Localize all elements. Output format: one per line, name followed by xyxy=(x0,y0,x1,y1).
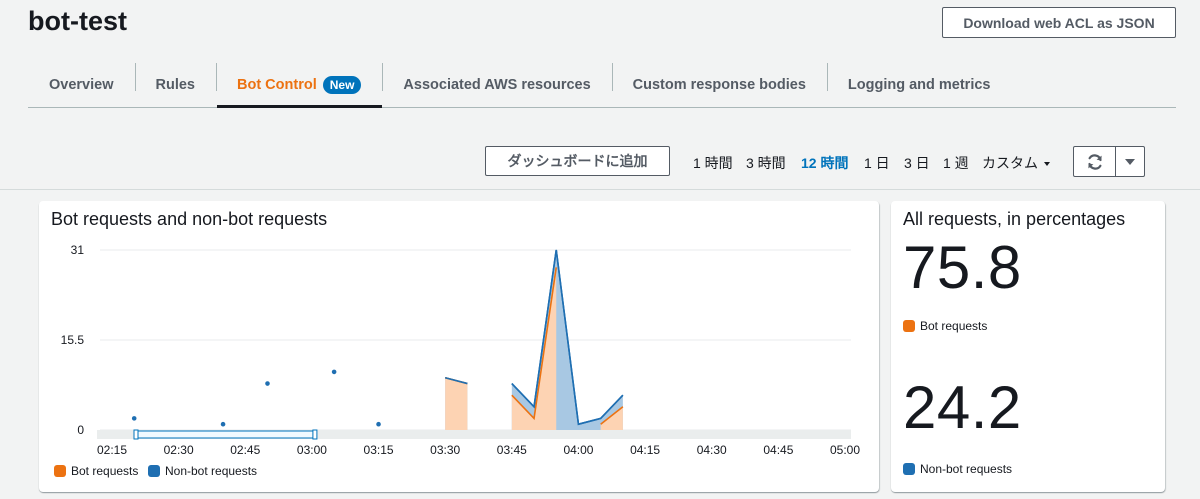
range-1h[interactable]: 1 時間 xyxy=(693,153,733,173)
bot-requests-chart-card: Bot requests and non-bot requests 0 15.5 3… xyxy=(39,201,879,492)
y-tick-label: 0 xyxy=(77,423,84,437)
tab-logging-metrics[interactable]: Logging and metrics xyxy=(826,62,1012,107)
zoom-brush xyxy=(135,430,316,439)
x-tick-label: 02:15 xyxy=(97,443,127,457)
add-to-dashboard-button[interactable]: ダッシュボードに追加 xyxy=(485,146,670,176)
page-title: bot-test xyxy=(28,6,127,36)
tab-label: Bot Control xyxy=(237,76,317,93)
x-tick-label: 03:30 xyxy=(430,443,460,457)
zoom-brush-handle-left xyxy=(133,429,139,440)
refresh-options-button[interactable] xyxy=(1116,147,1144,176)
x-tick-label: 04:00 xyxy=(563,443,593,457)
refresh-button[interactable] xyxy=(1074,147,1116,176)
range-3d[interactable]: 3 日 xyxy=(904,153,930,173)
tab-label: Logging and metrics xyxy=(847,76,991,93)
x-tick-label: 03:15 xyxy=(364,443,394,457)
legend-swatch-nonbot xyxy=(148,465,160,477)
bot-area xyxy=(445,377,468,430)
legend-label: Non-bot requests xyxy=(165,464,258,478)
nonbot-percentage: 24.2 xyxy=(903,374,1022,441)
legend-label: Bot requests xyxy=(71,464,139,478)
zoom-brush-handle-right xyxy=(312,429,318,440)
tab-rules[interactable]: Rules xyxy=(134,62,217,107)
tab-overview[interactable]: Overview xyxy=(28,62,135,107)
tab-associated-resources[interactable]: Associated AWS resources xyxy=(382,62,611,107)
range-custom-label: カスタム xyxy=(982,155,1038,171)
range-3h[interactable]: 3 時間 xyxy=(746,153,786,173)
tab-bot-control[interactable]: Bot Control New xyxy=(216,62,383,108)
nonbot-point xyxy=(331,369,337,375)
new-badge: New xyxy=(322,75,362,94)
percentages-card: All requests, in percentages 75.8 Bot re… xyxy=(891,201,1165,492)
range-1d[interactable]: 1 日 xyxy=(864,153,890,173)
nonbot-percentage-label: Non-bot requests xyxy=(903,462,1012,476)
legend-label: Non-bot requests xyxy=(920,462,1013,476)
tab-label: Overview xyxy=(49,76,114,93)
bot-percentage: 75.8 xyxy=(903,234,1022,301)
legend-bot-requests[interactable]: Bot requests xyxy=(54,464,138,478)
nonbot-point xyxy=(265,381,270,386)
x-tick-label: 02:45 xyxy=(230,443,260,457)
legend-swatch-bot xyxy=(54,465,66,477)
range-custom[interactable]: カスタム xyxy=(982,153,1050,173)
tab-label: Custom response bodies xyxy=(632,76,806,93)
tab-custom-response-bodies[interactable]: Custom response bodies xyxy=(611,62,827,107)
nonbot-point xyxy=(220,421,226,427)
tab-label: Rules xyxy=(155,76,196,93)
x-tick-label: 03:00 xyxy=(297,443,327,457)
refresh-icon xyxy=(1087,153,1102,170)
bot-requests-chart: 0 15.5 31 02:15 02:30 02:45 03:00 03:15 03:30 03:… xyxy=(61,243,861,457)
x-tick-label: 04:30 xyxy=(697,443,727,457)
x-tick-label: 03:45 xyxy=(497,443,527,457)
y-tick-label: 15.5 xyxy=(61,333,85,347)
tab-label: Associated AWS resources xyxy=(403,76,591,93)
range-12h[interactable]: 12 時間 xyxy=(801,153,848,173)
caret-down-icon xyxy=(1125,158,1135,165)
download-json-button[interactable]: Download web ACL as JSON xyxy=(942,7,1176,38)
tab-bar: Overview Rules Bot Control New Associated… xyxy=(28,62,1176,108)
legend-swatch-bot xyxy=(903,320,915,332)
legend-label: Bot requests xyxy=(920,319,988,333)
range-1w[interactable]: 1 週 xyxy=(943,153,969,173)
x-tick-label: 05:00 xyxy=(830,443,860,457)
legend-swatch-nonbot xyxy=(903,463,915,475)
refresh-control xyxy=(1073,146,1145,177)
nonbot-point xyxy=(131,416,137,421)
legend-nonbot-requests[interactable]: Non-bot requests xyxy=(148,464,257,478)
x-tick-label: 02:30 xyxy=(164,443,194,457)
x-tick-label: 04:45 xyxy=(763,443,793,457)
nonbot-point xyxy=(376,421,381,427)
bot-percentage-label: Bot requests xyxy=(903,319,987,333)
x-tick-label: 04:15 xyxy=(630,443,660,457)
caret-down-icon xyxy=(1044,162,1050,167)
divider xyxy=(0,189,1200,190)
percentages-title: All requests, in percentages xyxy=(903,209,1126,229)
y-tick-label: 31 xyxy=(71,243,85,257)
